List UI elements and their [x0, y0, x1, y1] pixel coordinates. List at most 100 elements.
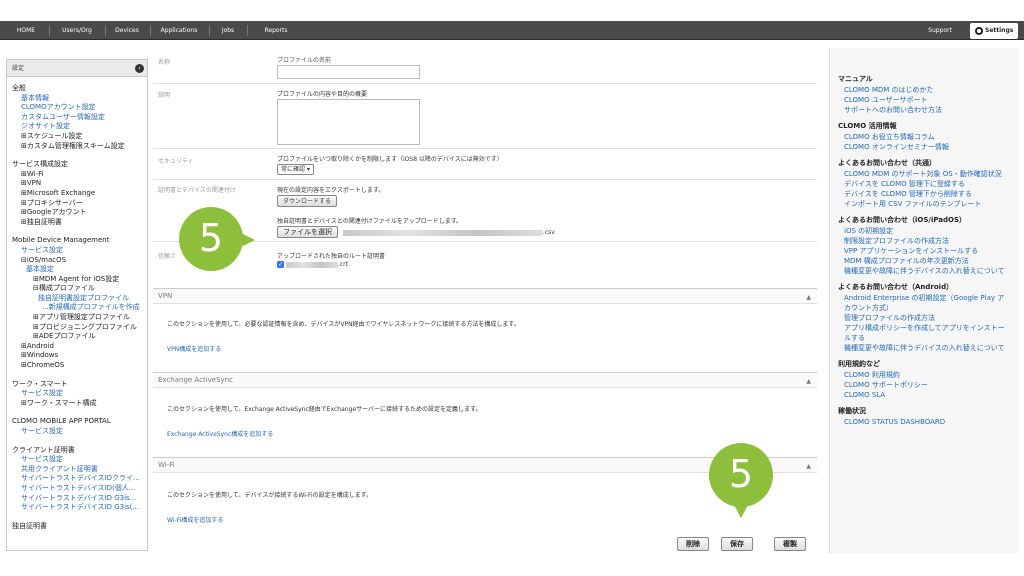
help-link[interactable]: サポートへのお問い合わせ方法	[838, 105, 1010, 115]
sidebar-item[interactable]: ⊞Microsoft Exchange	[12, 189, 147, 199]
settings-sidebar: 設定 ‹ 全般 基本情報 CLOMOアカウント設定 カスタムユーザー情報設定 ジオサイト…	[6, 59, 148, 551]
sidebar-item[interactable]: サービス設定	[12, 389, 147, 399]
choose-file-button[interactable]: ファイルを選択	[277, 226, 338, 238]
help-link[interactable]: MDM 構成プロファイルの年次更新方法	[838, 256, 1010, 266]
description-hint: プロファイルの内容や目的の概要	[277, 91, 368, 98]
add-vpn-link[interactable]: VPN構成を追加する	[167, 344, 221, 353]
exchange-panel-header[interactable]: Exchange ActiveSync ▲	[153, 373, 817, 388]
name-row: 名称 プロファイルの名前	[153, 48, 817, 84]
nav-settings-button[interactable]: Settings	[970, 23, 1018, 39]
sidebar-item[interactable]: 基本情報	[12, 94, 147, 104]
help-link[interactable]: CLOMO MDM のはじめかた	[838, 85, 1010, 95]
sidebar-item[interactable]: サイバートラストデバイスID G3is(...	[12, 503, 147, 513]
exchange-description: このセクションを使用して、Exchange ActiveSync経由でExcha…	[167, 406, 482, 413]
delete-button[interactable]: 削除	[677, 537, 709, 551]
help-link[interactable]: CLOMO SLA	[838, 390, 1010, 400]
sidebar-item[interactable]: 共用クライアント証明書	[12, 465, 147, 475]
sidebar-item[interactable]: ⊟構成プロファイル	[12, 284, 147, 294]
sidebar-item[interactable]: CLOMOアカウント設定	[12, 103, 147, 113]
trust-hint: アップロードされた独自のルート証明書	[277, 253, 386, 260]
help-link[interactable]: デバイスを CLOMO 管理下から削除する	[838, 189, 1010, 199]
collapse-caret-icon[interactable]: ▲	[806, 459, 811, 474]
sidebar-section-heading: クライアント証明書	[12, 445, 75, 454]
sidebar-item[interactable]: ⊞プロビジョニングプロファイル	[12, 323, 147, 333]
sidebar-item[interactable]: カスタムユーザー情報設定	[12, 113, 147, 123]
help-group-heading: 利用規約など	[838, 360, 880, 368]
sidebar-item[interactable]: ...新規構成プロファイルを作成	[12, 303, 147, 313]
copy-button[interactable]: 複製	[774, 537, 806, 551]
nav-support[interactable]: Support	[920, 21, 960, 40]
help-link[interactable]: CLOMO サポートポリシー	[838, 380, 1010, 390]
sidebar-item[interactable]: ⊞アプリ管理設定プロファイル	[12, 313, 147, 323]
sidebar-item[interactable]: ⊞独自証明書	[12, 218, 147, 228]
sidebar-item[interactable]: ジオサイト設定	[12, 122, 147, 132]
sidebar-item[interactable]: サービス設定	[12, 427, 147, 437]
sidebar-item[interactable]: ⊞Wi-Fi	[12, 170, 147, 180]
sidebar-item[interactable]: ⊞VPN	[12, 179, 147, 189]
file-extension: .csv	[542, 229, 555, 236]
sidebar-item[interactable]: ⊞スケジュール設定	[12, 132, 147, 142]
security-select[interactable]: 常に確認 ▾	[277, 164, 314, 175]
upload-file-control: ファイルを選択 .csv	[277, 226, 555, 238]
sidebar-item[interactable]: サイバートラストデバイスID G3is...	[12, 494, 147, 504]
security-label: セキュリティ	[158, 158, 194, 165]
sidebar-item[interactable]: ⊞ChromeOS	[12, 361, 147, 371]
help-link[interactable]: VPP アプリケーションをインストールする	[838, 246, 1010, 256]
sidebar-item[interactable]: ⊞Googleアカウント	[12, 208, 147, 218]
help-link[interactable]: CLOMO MDM のサポート対象 OS・動作確認状況	[838, 169, 1010, 179]
help-link[interactable]: iOS の初期設定	[838, 226, 1010, 236]
vpn-description: このセクションを使用して、必要な認証情報を含め、デバイスがVPN経由でワイヤレス…	[167, 321, 520, 328]
sidebar-item[interactable]: ⊞MDM Agent for iOS設定	[12, 275, 147, 285]
vpn-panel-header[interactable]: VPN ▲	[153, 289, 817, 304]
sidebar-item[interactable]: サイバートラストデバイスID(個人...	[12, 484, 147, 494]
help-link[interactable]: インポート用 CSV ファイルのテンプレート	[838, 199, 1010, 209]
sidebar-item[interactable]: ⊞プロキシサーバー	[12, 199, 147, 209]
sidebar-item[interactable]: 基本設定	[12, 265, 147, 275]
help-link[interactable]: 機種変更や故障に伴うデバイスの入れ替えについて	[838, 343, 1010, 353]
sidebar-header: 設定 ‹	[7, 60, 147, 77]
download-button[interactable]: ダウンロードする	[277, 195, 338, 207]
help-link[interactable]: CLOMO STATUS DASHBOARD	[838, 417, 1010, 427]
help-link[interactable]: CLOMO 利用規約	[838, 370, 1010, 380]
name-input[interactable]	[277, 65, 420, 79]
help-link[interactable]: CLOMO お役立ち情報コラム	[838, 132, 1010, 142]
trust-checkbox[interactable]: ✓	[277, 261, 284, 268]
help-link[interactable]: 制限設定プロファイルの作成方法	[838, 236, 1010, 246]
nav-applications[interactable]: Applications	[154, 21, 204, 40]
nav-jobs[interactable]: Jobs	[214, 21, 242, 40]
sidebar-item[interactable]: ⊞カスタム管理権限スキーム設定	[12, 142, 147, 152]
help-group-heading: よくあるお問い合わせ（Android）	[838, 283, 954, 291]
help-link[interactable]: 管理プロファイルの作成方法	[838, 313, 1010, 323]
collapse-sidebar-icon[interactable]: ‹	[135, 64, 144, 73]
add-wifi-link[interactable]: Wi-Fi構成を追加する	[167, 515, 223, 524]
vpn-panel-title: VPN	[158, 292, 173, 300]
add-exchange-link[interactable]: Exchange ActiveSync構成を追加する	[167, 429, 273, 438]
help-link[interactable]: CLOMO オンラインセミナー情報	[838, 142, 1010, 152]
nav-devices[interactable]: Devices	[109, 21, 145, 40]
collapse-caret-icon[interactable]: ▲	[806, 374, 811, 389]
sidebar-item[interactable]: サービス設定	[12, 246, 147, 256]
help-link[interactable]: CLOMO ユーザーサポート	[838, 95, 1010, 105]
sidebar-item[interactable]: ⊞ワーク・スマート構成	[12, 399, 147, 409]
name-hint: プロファイルの名前	[277, 57, 332, 64]
nav-users-org[interactable]: Users/Org	[54, 21, 100, 40]
help-link[interactable]: 機種変更や故障に伴うデバイスの入れ替えについて	[838, 266, 1010, 276]
sidebar-item[interactable]: ⊞Android	[12, 342, 147, 352]
sidebar-item[interactable]: サイバートラストデバイスIDクライ...	[12, 474, 147, 484]
nav-home[interactable]: HOME	[8, 21, 44, 40]
sidebar-item[interactable]: サービス設定	[12, 455, 147, 465]
sidebar-item[interactable]: ⊞ADEプロファイル	[12, 332, 147, 342]
collapse-caret-icon[interactable]: ▲	[806, 290, 811, 305]
description-label: 説明	[158, 92, 171, 99]
help-link[interactable]: Android Enterprise の初期設定（Google Play アカウ…	[838, 293, 1010, 313]
help-link[interactable]: アプリ構成ポリシーを作成してアプリをインストールする	[838, 323, 1010, 343]
certificate-extension: .crt	[337, 261, 348, 268]
sidebar-item[interactable]: ⊞Windows	[12, 351, 147, 361]
save-button[interactable]: 保存	[721, 537, 753, 551]
description-textarea[interactable]	[277, 99, 420, 145]
sidebar-item[interactable]: ⊟iOS/macOS	[12, 256, 147, 266]
nav-reports[interactable]: Reports	[254, 21, 298, 40]
help-link[interactable]: デバイスを CLOMO 管理下に登録する	[838, 179, 1010, 189]
